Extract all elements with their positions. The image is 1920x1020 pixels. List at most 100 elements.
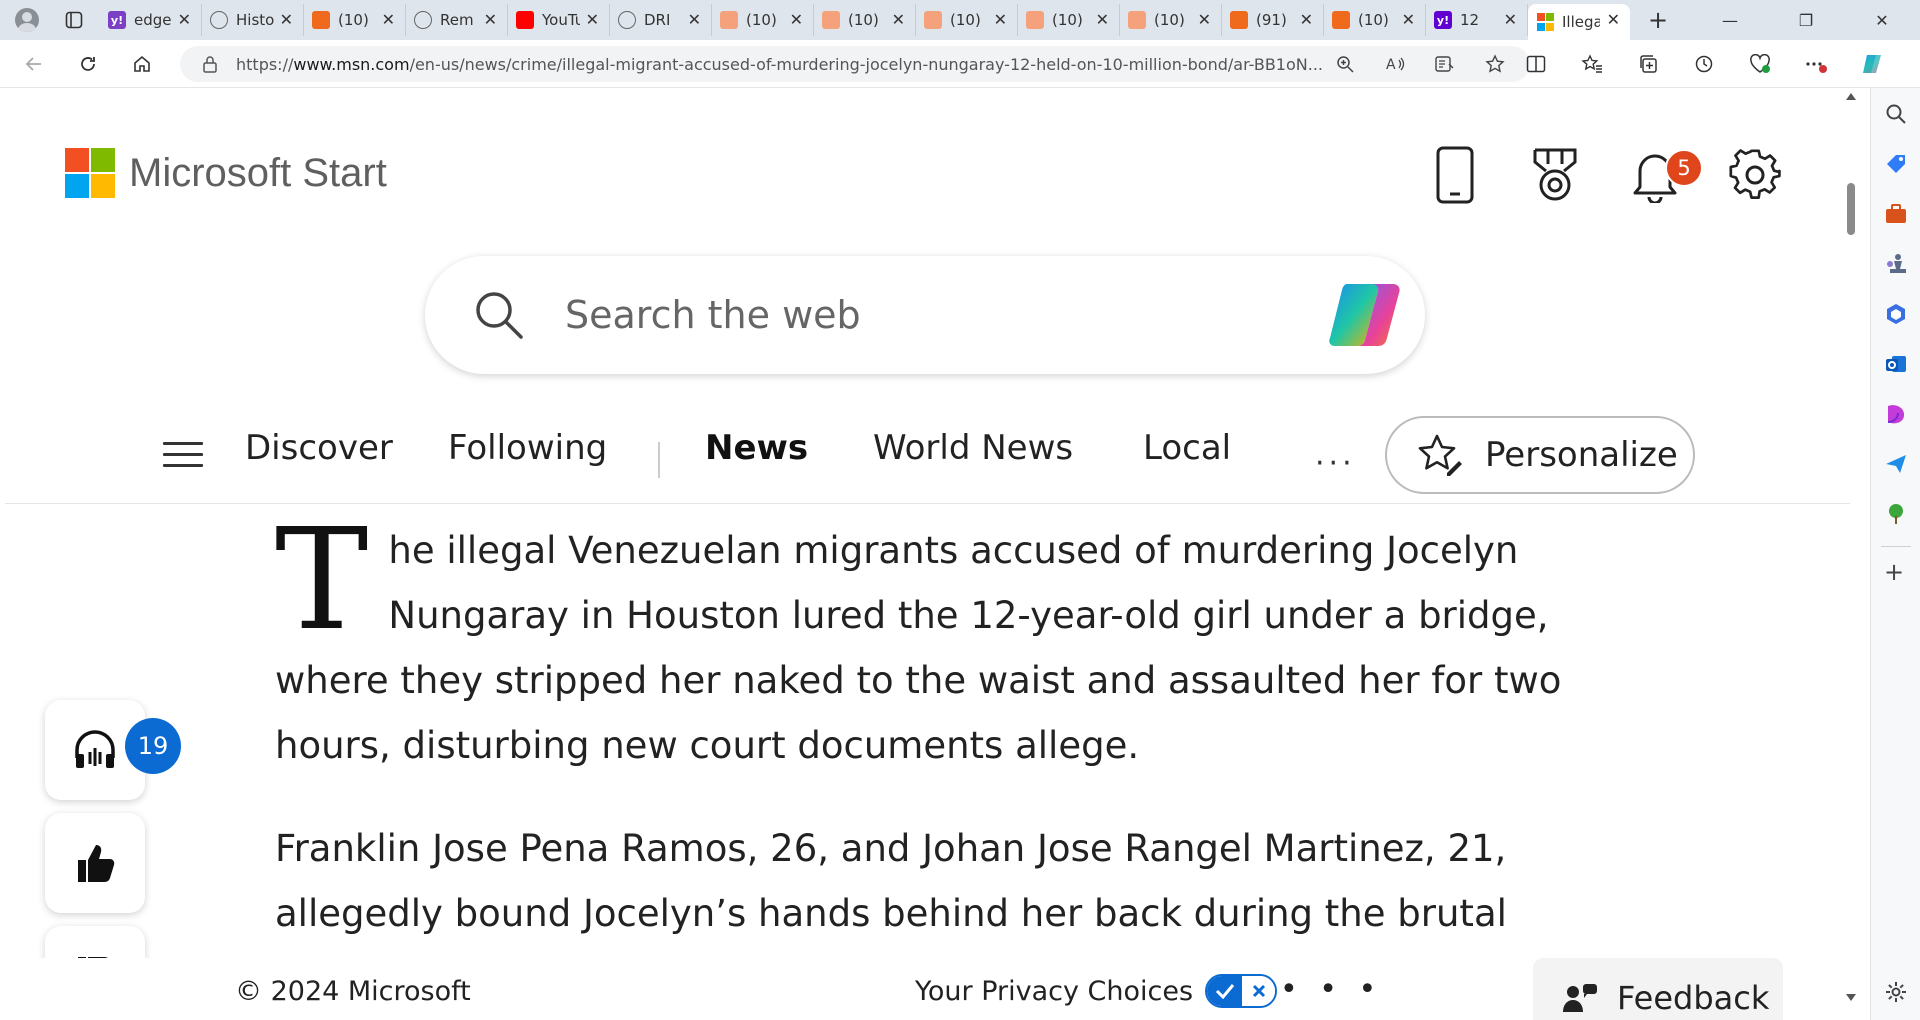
mobile-app-button[interactable]: [1405, 143, 1505, 207]
home-button[interactable]: [122, 46, 162, 82]
microsoft-start-logo[interactable]: Microsoft Start: [65, 148, 387, 198]
tab[interactable]: (10) ✕: [814, 4, 916, 36]
privacy-choices-link[interactable]: Your Privacy Choices: [915, 974, 1278, 1008]
tab-close-icon[interactable]: ✕: [1402, 10, 1415, 29]
tab[interactable]: y! 12 ✕: [1426, 4, 1528, 36]
zoom-button[interactable]: [1320, 55, 1370, 73]
footer-more-button[interactable]: • • •: [1280, 972, 1382, 1007]
tab[interactable]: Rem ✕: [406, 4, 508, 36]
back-button[interactable]: [14, 46, 54, 82]
sidebar-settings-gear-icon[interactable]: [1884, 980, 1908, 1004]
tab-favicon-icon: y!: [108, 11, 126, 29]
sidebar-send-icon[interactable]: [1884, 452, 1908, 476]
browser-window: y!edge✕History✕(10)✕Rem✕YouTube✕DRI✕(10)…: [0, 0, 1920, 1020]
tab-favicon-glyph: y!: [1436, 13, 1450, 27]
address-bar-actions: A: [1320, 46, 1520, 82]
tab[interactable]: (10) ✕: [1018, 4, 1120, 36]
like-button[interactable]: [45, 813, 145, 913]
copilot-sidebar-button[interactable]: [1844, 52, 1900, 76]
rewards-button[interactable]: [1505, 143, 1605, 207]
sidebar-designer-icon[interactable]: [1884, 402, 1908, 426]
tab-close-icon[interactable]: ✕: [484, 10, 497, 29]
nav-item-news[interactable]: News: [705, 428, 808, 468]
tab-close-icon[interactable]: ✕: [1607, 10, 1620, 29]
settings-more-button[interactable]: [1788, 54, 1844, 74]
tab-close-icon[interactable]: ✕: [790, 10, 803, 29]
scroll-up-arrow-icon[interactable]: [1846, 93, 1856, 100]
page-scrollbar[interactable]: [1843, 88, 1859, 1008]
copilot-icon[interactable]: [1327, 278, 1405, 352]
tab-close-icon[interactable]: ✕: [892, 10, 905, 29]
scroll-down-arrow-icon[interactable]: [1846, 994, 1856, 1001]
tab[interactable]: DRI ✕: [610, 4, 712, 36]
tab[interactable]: (10) ✕: [1324, 4, 1426, 36]
sidebar-outlook-icon[interactable]: [1884, 352, 1908, 376]
settings-button[interactable]: [1705, 143, 1805, 207]
url-text[interactable]: https://www.msn.com/en-us/news/crime/ill…: [236, 55, 1346, 74]
scroll-thumb[interactable]: [1847, 183, 1855, 235]
tab-close-icon[interactable]: ✕: [688, 10, 701, 29]
read-aloud-button[interactable]: A: [1370, 55, 1420, 73]
tab-close-icon[interactable]: ✕: [178, 10, 191, 29]
minimize-button[interactable]: —: [1692, 0, 1768, 40]
tab[interactable]: (10) ✕: [1120, 4, 1222, 36]
tab[interactable]: (10) ✕: [304, 4, 406, 36]
tab-close-icon[interactable]: ✕: [994, 10, 1007, 29]
tab-favicon-icon: [1536, 13, 1554, 31]
tab-title: (10): [950, 11, 981, 29]
split-screen-button[interactable]: [1508, 55, 1564, 73]
tab-close-icon[interactable]: ✕: [280, 10, 293, 29]
feedback-person-icon: [1563, 984, 1597, 1012]
tab-strip: y!edge✕History✕(10)✕Rem✕YouTube✕DRI✕(10)…: [0, 0, 1920, 40]
new-tab-button[interactable]: +: [1638, 3, 1678, 37]
tab-close-icon[interactable]: ✕: [1300, 10, 1313, 29]
sidebar-tools-briefcase-icon[interactable]: [1884, 202, 1908, 226]
home-icon: [134, 55, 150, 72]
phone-icon: [1436, 146, 1474, 204]
tab-close-icon[interactable]: ✕: [1198, 10, 1211, 29]
tab[interactable]: History ✕: [202, 4, 304, 36]
tab-close-icon[interactable]: ✕: [382, 10, 395, 29]
tab-close-icon[interactable]: ✕: [586, 10, 599, 29]
tab-close-icon[interactable]: ✕: [1096, 10, 1109, 29]
tab-title: YouTube: [542, 11, 580, 29]
tab[interactable]: y! edge ✕: [100, 4, 202, 36]
nav-item-world-news[interactable]: World News: [873, 428, 1073, 468]
sidebar-shopping-tag-icon[interactable]: [1884, 152, 1908, 176]
tab[interactable]: (10) ✕: [712, 4, 814, 36]
close-window-button[interactable]: ✕: [1844, 0, 1920, 40]
sidebar-tree-icon[interactable]: [1884, 502, 1908, 526]
feedback-button[interactable]: Feedback: [1533, 958, 1783, 1020]
nav-more-button[interactable]: ···: [1315, 446, 1356, 481]
search-input[interactable]: [565, 293, 1265, 337]
tab-close-icon[interactable]: ✕: [1504, 10, 1517, 29]
refresh-button[interactable]: [68, 46, 108, 82]
profile-button[interactable]: [10, 3, 44, 37]
nav-item-local[interactable]: Local: [1143, 428, 1231, 468]
immersive-reader-button[interactable]: [1420, 55, 1470, 73]
history-button[interactable]: [1676, 54, 1732, 74]
nav-item-discover[interactable]: Discover: [245, 428, 393, 468]
site-info-lock-icon[interactable]: [202, 55, 218, 73]
sidebar-games-chess-icon[interactable]: [1884, 252, 1908, 276]
nav-item-following[interactable]: Following: [448, 428, 607, 468]
tab[interactable]: YouTube ✕: [508, 4, 610, 36]
sidebar-search-icon[interactable]: [1884, 102, 1908, 126]
privacy-toggle-icon: [1205, 974, 1278, 1008]
notifications-button[interactable]: 5: [1605, 143, 1705, 207]
address-bar[interactable]: https://www.msn.com/en-us/news/crime/ill…: [180, 46, 1530, 82]
collections-button[interactable]: [1620, 54, 1676, 74]
search-icon: [476, 292, 523, 339]
favorites-button[interactable]: [1564, 54, 1620, 74]
tab-favicon-icon: [1332, 11, 1350, 29]
tab-active[interactable]: Illegal ✕: [1528, 4, 1630, 40]
tab-actions-button[interactable]: [54, 3, 94, 37]
tab[interactable]: (91) ✕: [1222, 4, 1324, 36]
hamburger-menu-icon[interactable]: [163, 442, 203, 468]
personalize-button[interactable]: Personalize: [1385, 416, 1695, 494]
sidebar-add-icon[interactable]: +: [1884, 560, 1904, 584]
restore-button[interactable]: ❐: [1768, 0, 1844, 40]
browser-essentials-button[interactable]: [1732, 54, 1788, 74]
tab[interactable]: (10) ✕: [916, 4, 1018, 36]
sidebar-microsoft365-icon[interactable]: [1884, 302, 1908, 326]
